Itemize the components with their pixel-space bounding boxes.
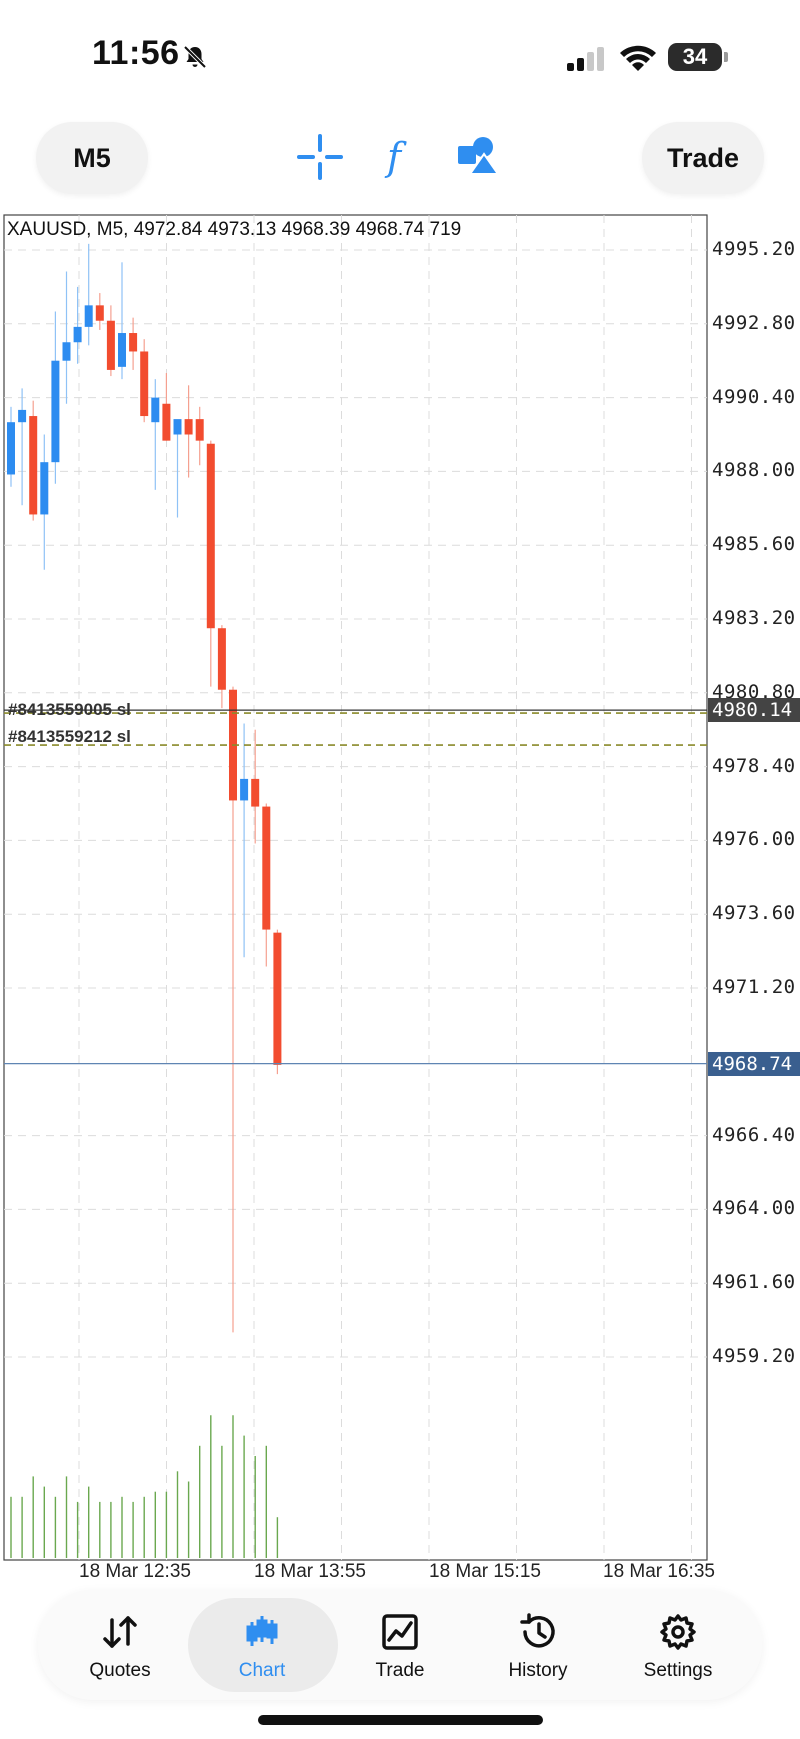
price-chart[interactable] xyxy=(0,200,800,1580)
candle-bull xyxy=(18,409,27,423)
candle-bear xyxy=(184,419,193,435)
candle-bear xyxy=(251,778,260,807)
crosshair-icon[interactable] xyxy=(295,132,345,182)
bid-price-tag: 4980.14 xyxy=(708,698,800,723)
chart-frame xyxy=(3,214,708,1561)
candle-bear xyxy=(195,419,204,441)
candle-bear xyxy=(206,443,215,629)
nav-trade[interactable]: Trade xyxy=(330,1590,470,1700)
candle-bull xyxy=(151,397,160,423)
price-scale-label: 4959.20 xyxy=(712,1345,796,1367)
battery-indicator: 34 xyxy=(668,43,728,71)
cellular-signal-icon xyxy=(567,47,604,71)
nav-quotes[interactable]: Quotes xyxy=(50,1590,190,1700)
candle-bull xyxy=(73,326,82,343)
price-scale-label: 4978.40 xyxy=(712,754,796,777)
time-axis-label: 18 Mar 16:35 xyxy=(603,1561,715,1582)
price-scale-label: 4964.00 xyxy=(712,1197,796,1220)
price-scale-label: 4973.60 xyxy=(712,902,796,925)
wifi-icon xyxy=(620,45,656,71)
candle-bull xyxy=(84,305,93,327)
status-bar: 11:56 34 xyxy=(0,0,800,100)
order-sl-label: #8413559212 sl xyxy=(8,727,131,746)
trade-chart-icon xyxy=(382,1614,418,1650)
objects-shapes-icon[interactable] xyxy=(452,132,502,182)
candle-bear xyxy=(262,806,271,930)
nav-label-settings: Settings xyxy=(643,1660,713,1681)
time-axis-label: 18 Mar 15:15 xyxy=(429,1561,541,1582)
history-clock-icon xyxy=(520,1613,555,1648)
timeframe-button[interactable]: M5 xyxy=(36,122,148,194)
nav-label-trade: Trade xyxy=(375,1660,425,1681)
price-scale-label: 4976.00 xyxy=(712,828,796,851)
price-scale-label: 4983.20 xyxy=(712,607,796,629)
svg-text:f: f xyxy=(384,135,407,179)
chart-info-line: XAUUSD, M5, 4972.84 4973.13 4968.39 4968… xyxy=(7,219,462,240)
candle-bear xyxy=(129,333,138,352)
candle-bull xyxy=(40,462,49,515)
home-indicator xyxy=(258,1715,543,1725)
candle-bear xyxy=(29,416,38,515)
silent-bell-icon xyxy=(183,45,207,69)
candle-bear xyxy=(140,351,149,417)
indicators-f-icon[interactable]: f xyxy=(374,132,424,182)
price-scale-label: 4961.60 xyxy=(712,1271,796,1294)
candle-bull xyxy=(51,360,60,463)
price-scale-label: 4988.00 xyxy=(712,459,796,482)
settings-gear-icon xyxy=(660,1614,696,1650)
nav-label-quotes: Quotes xyxy=(89,1660,151,1681)
order-sl-label: #8413559005 sl xyxy=(8,700,131,719)
price-scale-label: 4995.20 xyxy=(712,238,796,260)
candle-bull xyxy=(7,422,15,475)
nav-chart[interactable]: Chart xyxy=(188,1590,338,1700)
status-time: 11:56 xyxy=(92,34,180,72)
nav-settings[interactable]: Settings xyxy=(608,1590,748,1700)
price-scale-label: 4990.40 xyxy=(712,385,796,408)
price-scale-label: 4985.60 xyxy=(712,533,796,556)
candle-bull xyxy=(118,333,126,367)
candle-bear xyxy=(162,403,171,441)
candle-bear xyxy=(217,628,226,690)
candle-bear xyxy=(106,320,115,370)
bottom-navigation: Quotes Chart Trade History Settings xyxy=(38,1590,762,1700)
chart-toolbar: M5 f Trade xyxy=(0,110,800,206)
trade-button[interactable]: Trade xyxy=(642,122,764,194)
price-scale-label: 4971.20 xyxy=(712,976,796,998)
nav-label-chart: Chart xyxy=(238,1660,286,1681)
nav-label-history: History xyxy=(508,1660,568,1681)
candle-bull xyxy=(173,419,182,435)
quotes-arrows-icon xyxy=(103,1616,137,1648)
time-axis-label: 18 Mar 13:55 xyxy=(254,1561,366,1582)
candle-bull xyxy=(240,778,249,801)
time-axis-label: 18 Mar 12:35 xyxy=(79,1561,191,1582)
candle-bear xyxy=(95,305,104,321)
nav-history[interactable]: History xyxy=(468,1590,608,1700)
candle-bear xyxy=(273,932,282,1065)
last-price-tag: 4968.74 xyxy=(708,1051,800,1076)
price-scale-label: 4966.40 xyxy=(712,1123,796,1146)
price-scale-label: 4992.80 xyxy=(712,311,796,334)
candle-bull xyxy=(62,342,71,361)
chart-candles-icon xyxy=(246,1616,278,1646)
